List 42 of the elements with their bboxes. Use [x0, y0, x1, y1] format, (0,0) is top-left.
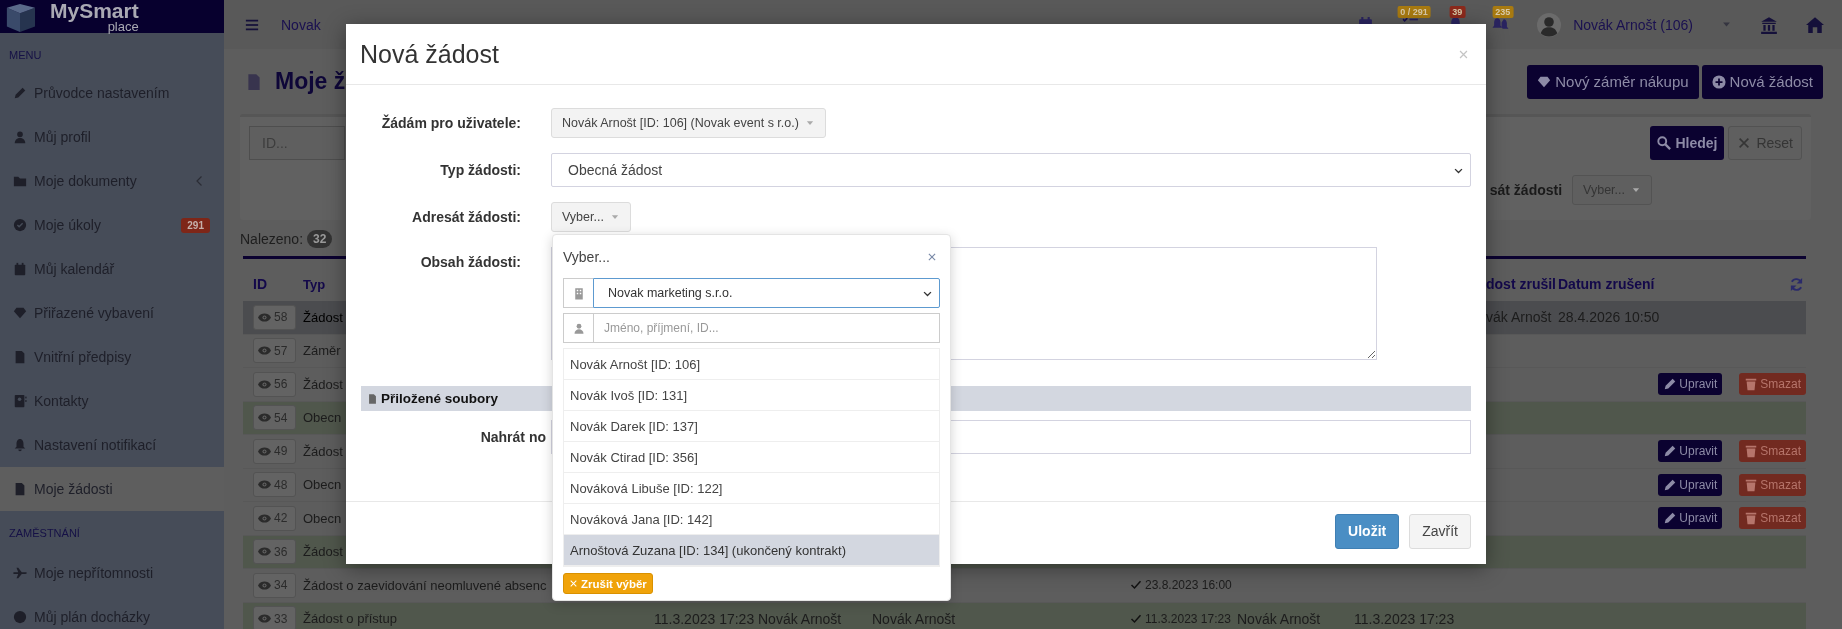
section-title: ZAMĚSTNÁNÍ — [8, 525, 81, 541]
field-label: sát žádosti — [1489, 182, 1563, 198]
field-label: Adresát žádosti: — [411, 209, 521, 225]
page-title: Moje ž — [275, 68, 346, 95]
count-badge: 235 — [1492, 6, 1514, 18]
table-cell: Žádost — [303, 544, 343, 560]
table-cell: Novák Arnošt — [872, 610, 956, 627]
field-label: Žádám pro uživatele: — [380, 115, 521, 131]
table-cell: Obecn — [303, 477, 342, 493]
logo-name: MySmart — [50, 0, 139, 21]
dialog-title: Nová žádost — [360, 39, 499, 69]
field-label: Nahrát no — [479, 429, 546, 445]
count-badge: 291 — [181, 217, 210, 233]
logo-tagline: place — [107, 20, 139, 33]
column-header: Typ — [303, 276, 326, 292]
table-cell: Žádost o zaevidování neomluvené absenc — [303, 577, 547, 593]
column-header: Datum zrušení — [1558, 276, 1655, 292]
section-title: Přiložené soubory — [381, 391, 499, 406]
field-label: Typ žádosti: — [439, 162, 521, 178]
field-label: Obsah žádosti: — [419, 253, 521, 270]
table-cell: Žádost — [303, 376, 343, 392]
column-header: dost zrušil — [1486, 276, 1556, 292]
company-name: Novak — [281, 16, 321, 33]
column-header: ID — [252, 276, 267, 292]
result-label: Nalezeno: — [240, 231, 304, 247]
dropdown-title: Vyber... — [563, 248, 610, 265]
table-cell: 11.3.2023 17:23 — [654, 610, 755, 627]
table-cell: Žádost — [303, 309, 343, 325]
count-badge: 39 — [1449, 6, 1466, 18]
table-cell: Žádost — [303, 443, 343, 459]
table-cell: Záměr — [303, 343, 341, 359]
count-badge: 0 / 291 — [1397, 6, 1431, 18]
count-badge: 32 — [307, 230, 333, 248]
table-cell: Novák Arnošt — [1237, 610, 1321, 627]
table-cell: Obecn — [303, 410, 342, 426]
table-cell: Obecn — [303, 510, 342, 526]
table-cell: Novák Arnošt — [758, 610, 842, 627]
table-cell: 11.3.2023 17:23 — [1145, 611, 1231, 626]
table-cell: 11.3.2023 17:23 — [1354, 610, 1455, 627]
table-cell: 23.8.2023 16:00 — [1145, 578, 1232, 593]
table-cell: Žádost o přístup — [303, 611, 397, 627]
section-title: MENU — [8, 47, 43, 63]
